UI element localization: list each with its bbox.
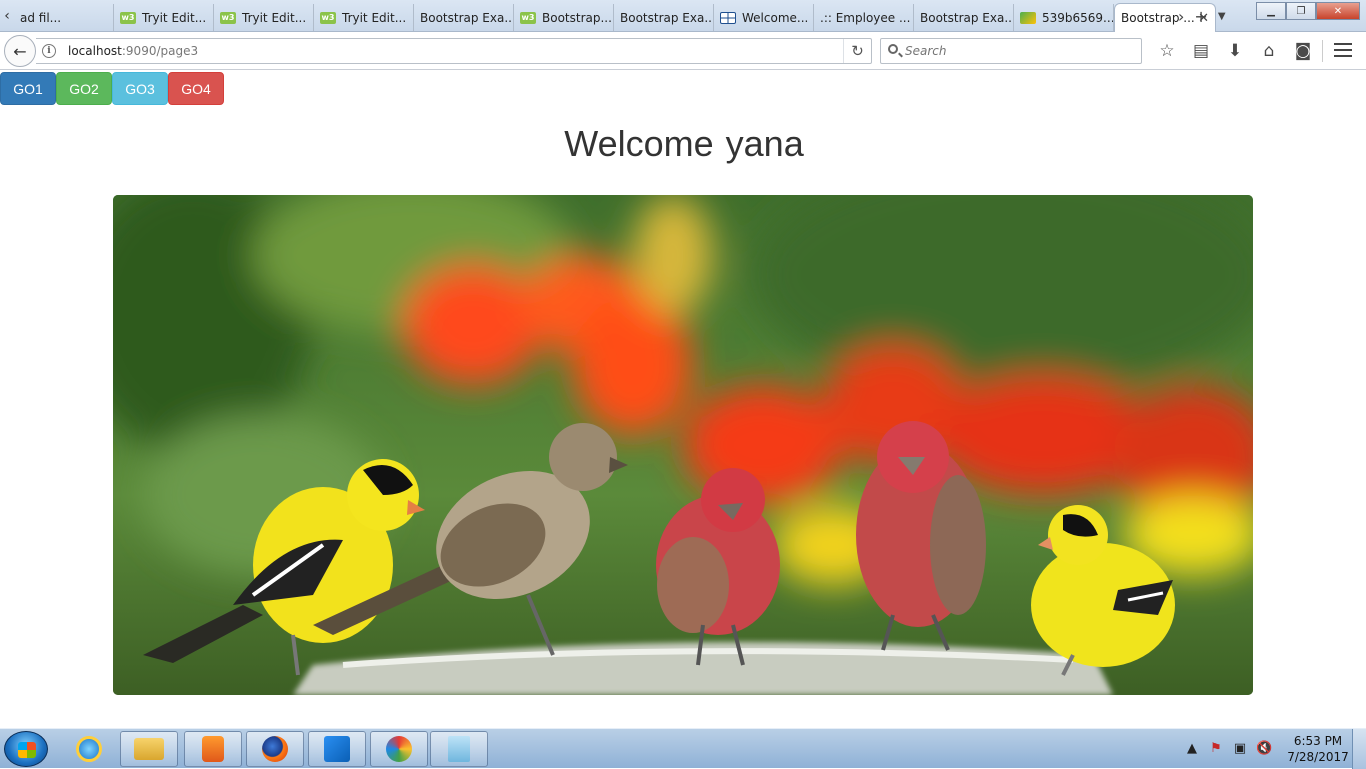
search-bar[interactable] xyxy=(880,38,1142,64)
tab[interactable]: Bootstrap Exa... xyxy=(614,4,714,31)
show-desktop-button[interactable] xyxy=(1352,729,1366,769)
restore-button[interactable]: ❐ xyxy=(1286,2,1316,20)
tab-title: Tryit Edit... xyxy=(242,10,307,25)
url-path: :9090/page3 xyxy=(121,44,199,58)
windows-logo-icon xyxy=(18,742,36,758)
go1-button[interactable]: GO1 xyxy=(0,72,56,105)
tab-title: Bootstrap... xyxy=(542,10,612,25)
page-content: GO1 GO2 GO3 GO4 Welcome yana xyxy=(0,71,1366,728)
media-player-icon xyxy=(202,736,224,762)
tab-title: Welcome... xyxy=(742,10,809,25)
tab-title: Bootstrap Exa... xyxy=(920,10,1014,25)
welcome-text: Welcome xyxy=(564,123,714,164)
reading-list-icon[interactable]: ▤ xyxy=(1184,38,1218,64)
chevron-down-icon[interactable]: ▼ xyxy=(1218,11,1226,22)
birds-illustration xyxy=(113,195,1253,695)
paint-icon xyxy=(386,736,412,762)
clock-time: 6:53 PM xyxy=(1293,734,1343,748)
tab-strip: ‹ ad fil... w3 Tryit Edit... w3 Tryit Edit… xyxy=(0,0,1366,32)
minimize-button[interactable]: ▁ xyxy=(1256,2,1286,20)
grid-icon xyxy=(720,11,736,24)
system-tray: ▲ ⚑ ▣ 🔇 xyxy=(1184,729,1272,769)
firefox-button[interactable] xyxy=(246,731,304,767)
tab[interactable]: w3 Tryit Edit... xyxy=(214,4,314,31)
start-button[interactable] xyxy=(4,731,48,767)
download-icon[interactable]: ⬇ xyxy=(1218,38,1252,64)
menu-icon[interactable] xyxy=(1334,43,1352,59)
tab[interactable]: ad fil... xyxy=(14,4,114,31)
action-center-icon[interactable]: ⚑ xyxy=(1208,741,1224,757)
w3schools-icon: w3 xyxy=(320,11,336,24)
back-button[interactable]: ← xyxy=(4,35,36,67)
tab-title: 539b6569... xyxy=(1042,10,1114,25)
user-name: yana xyxy=(725,123,804,164)
tab-title: .:: Employee ... xyxy=(820,10,911,25)
w3schools-icon: w3 xyxy=(220,11,236,24)
info-icon[interactable]: i xyxy=(42,44,56,58)
search-icon xyxy=(888,44,898,54)
notepad-button[interactable] xyxy=(430,731,488,767)
tab-title: Bootstrap Exa... xyxy=(620,10,714,25)
tab[interactable]: .:: Employee ... xyxy=(814,4,914,31)
internet-explorer-button[interactable] xyxy=(60,731,118,767)
birds-photo xyxy=(113,195,1253,695)
tab-title: Tryit Edit... xyxy=(342,10,407,25)
go4-button[interactable]: GO4 xyxy=(168,72,224,105)
internet-explorer-icon xyxy=(76,736,102,762)
visual-studio-icon xyxy=(324,736,350,762)
arrow-left-icon: ← xyxy=(13,41,27,61)
w3schools-icon: w3 xyxy=(120,11,136,24)
button-group: GO1 GO2 GO3 GO4 xyxy=(0,72,224,105)
tab-list: ad fil... w3 Tryit Edit... w3 Tryit Edit..… xyxy=(14,3,1216,32)
image-icon xyxy=(1020,11,1036,24)
network-icon[interactable]: ▣ xyxy=(1232,741,1248,757)
tab-title: Tryit Edit... xyxy=(142,10,207,25)
file-explorer-icon xyxy=(134,738,164,760)
toolbar-icons: ☆ ▤ ⬇ ⌂ ◙ xyxy=(1150,38,1320,64)
reload-icon[interactable]: ↻ xyxy=(843,39,871,63)
visual-studio-button[interactable] xyxy=(308,731,366,767)
tab-scroll-left-icon[interactable]: ‹ xyxy=(0,4,14,28)
tab[interactable]: w3 Bootstrap... xyxy=(514,4,614,31)
go2-button[interactable]: GO2 xyxy=(56,72,112,105)
paint-button[interactable] xyxy=(370,731,428,767)
tab-controls: › + ▼ xyxy=(1178,4,1226,28)
separator xyxy=(1322,40,1323,62)
bookmark-star-icon[interactable]: ☆ xyxy=(1150,38,1184,64)
close-window-button[interactable]: ✕ xyxy=(1316,2,1360,20)
tab[interactable]: Bootstrap Exa... xyxy=(414,4,514,31)
tab[interactable]: Welcome... xyxy=(714,4,814,31)
url-text[interactable]: localhost:9090/page3 xyxy=(68,44,198,58)
volume-muted-icon[interactable]: 🔇 xyxy=(1256,741,1272,757)
tab-title: Bootstrap Exa... xyxy=(420,10,514,25)
system-clock[interactable]: 6:53 PM 7/28/2017 xyxy=(1286,733,1350,765)
page-title: Welcome yana xyxy=(0,123,1366,165)
navigation-bar: i localhost:9090/page3 ↻ ← ☆ ▤ ⬇ ⌂ ◙ xyxy=(0,32,1366,70)
notepad-icon xyxy=(448,736,470,762)
tab[interactable]: Bootstrap Exa... xyxy=(914,4,1014,31)
tab-scroll-right-icon[interactable]: › xyxy=(1178,7,1184,26)
tab[interactable]: 539b6569... xyxy=(1014,4,1114,31)
media-player-button[interactable] xyxy=(184,731,242,767)
window-controls: ▁ ❐ ✕ xyxy=(1256,2,1360,20)
url-host: localhost xyxy=(68,44,122,58)
file-explorer-button[interactable] xyxy=(120,731,178,767)
tab[interactable]: w3 Tryit Edit... xyxy=(314,4,414,31)
pocket-icon[interactable]: ◙ xyxy=(1286,38,1320,64)
go3-button[interactable]: GO3 xyxy=(112,72,168,105)
firefox-icon xyxy=(262,736,288,762)
search-input[interactable] xyxy=(905,42,1135,60)
taskbar: ▲ ⚑ ▣ 🔇 6:53 PM 7/28/2017 xyxy=(0,728,1366,769)
url-bar[interactable]: i localhost:9090/page3 ↻ xyxy=(36,38,872,64)
clock-date: 7/28/2017 xyxy=(1287,750,1349,764)
w3schools-icon: w3 xyxy=(520,11,536,24)
home-icon[interactable]: ⌂ xyxy=(1252,38,1286,64)
tab[interactable]: w3 Tryit Edit... xyxy=(114,4,214,31)
new-tab-icon[interactable]: + xyxy=(1194,7,1207,26)
show-hidden-icons-icon[interactable]: ▲ xyxy=(1184,741,1200,757)
tab-title: ad fil... xyxy=(20,10,62,25)
